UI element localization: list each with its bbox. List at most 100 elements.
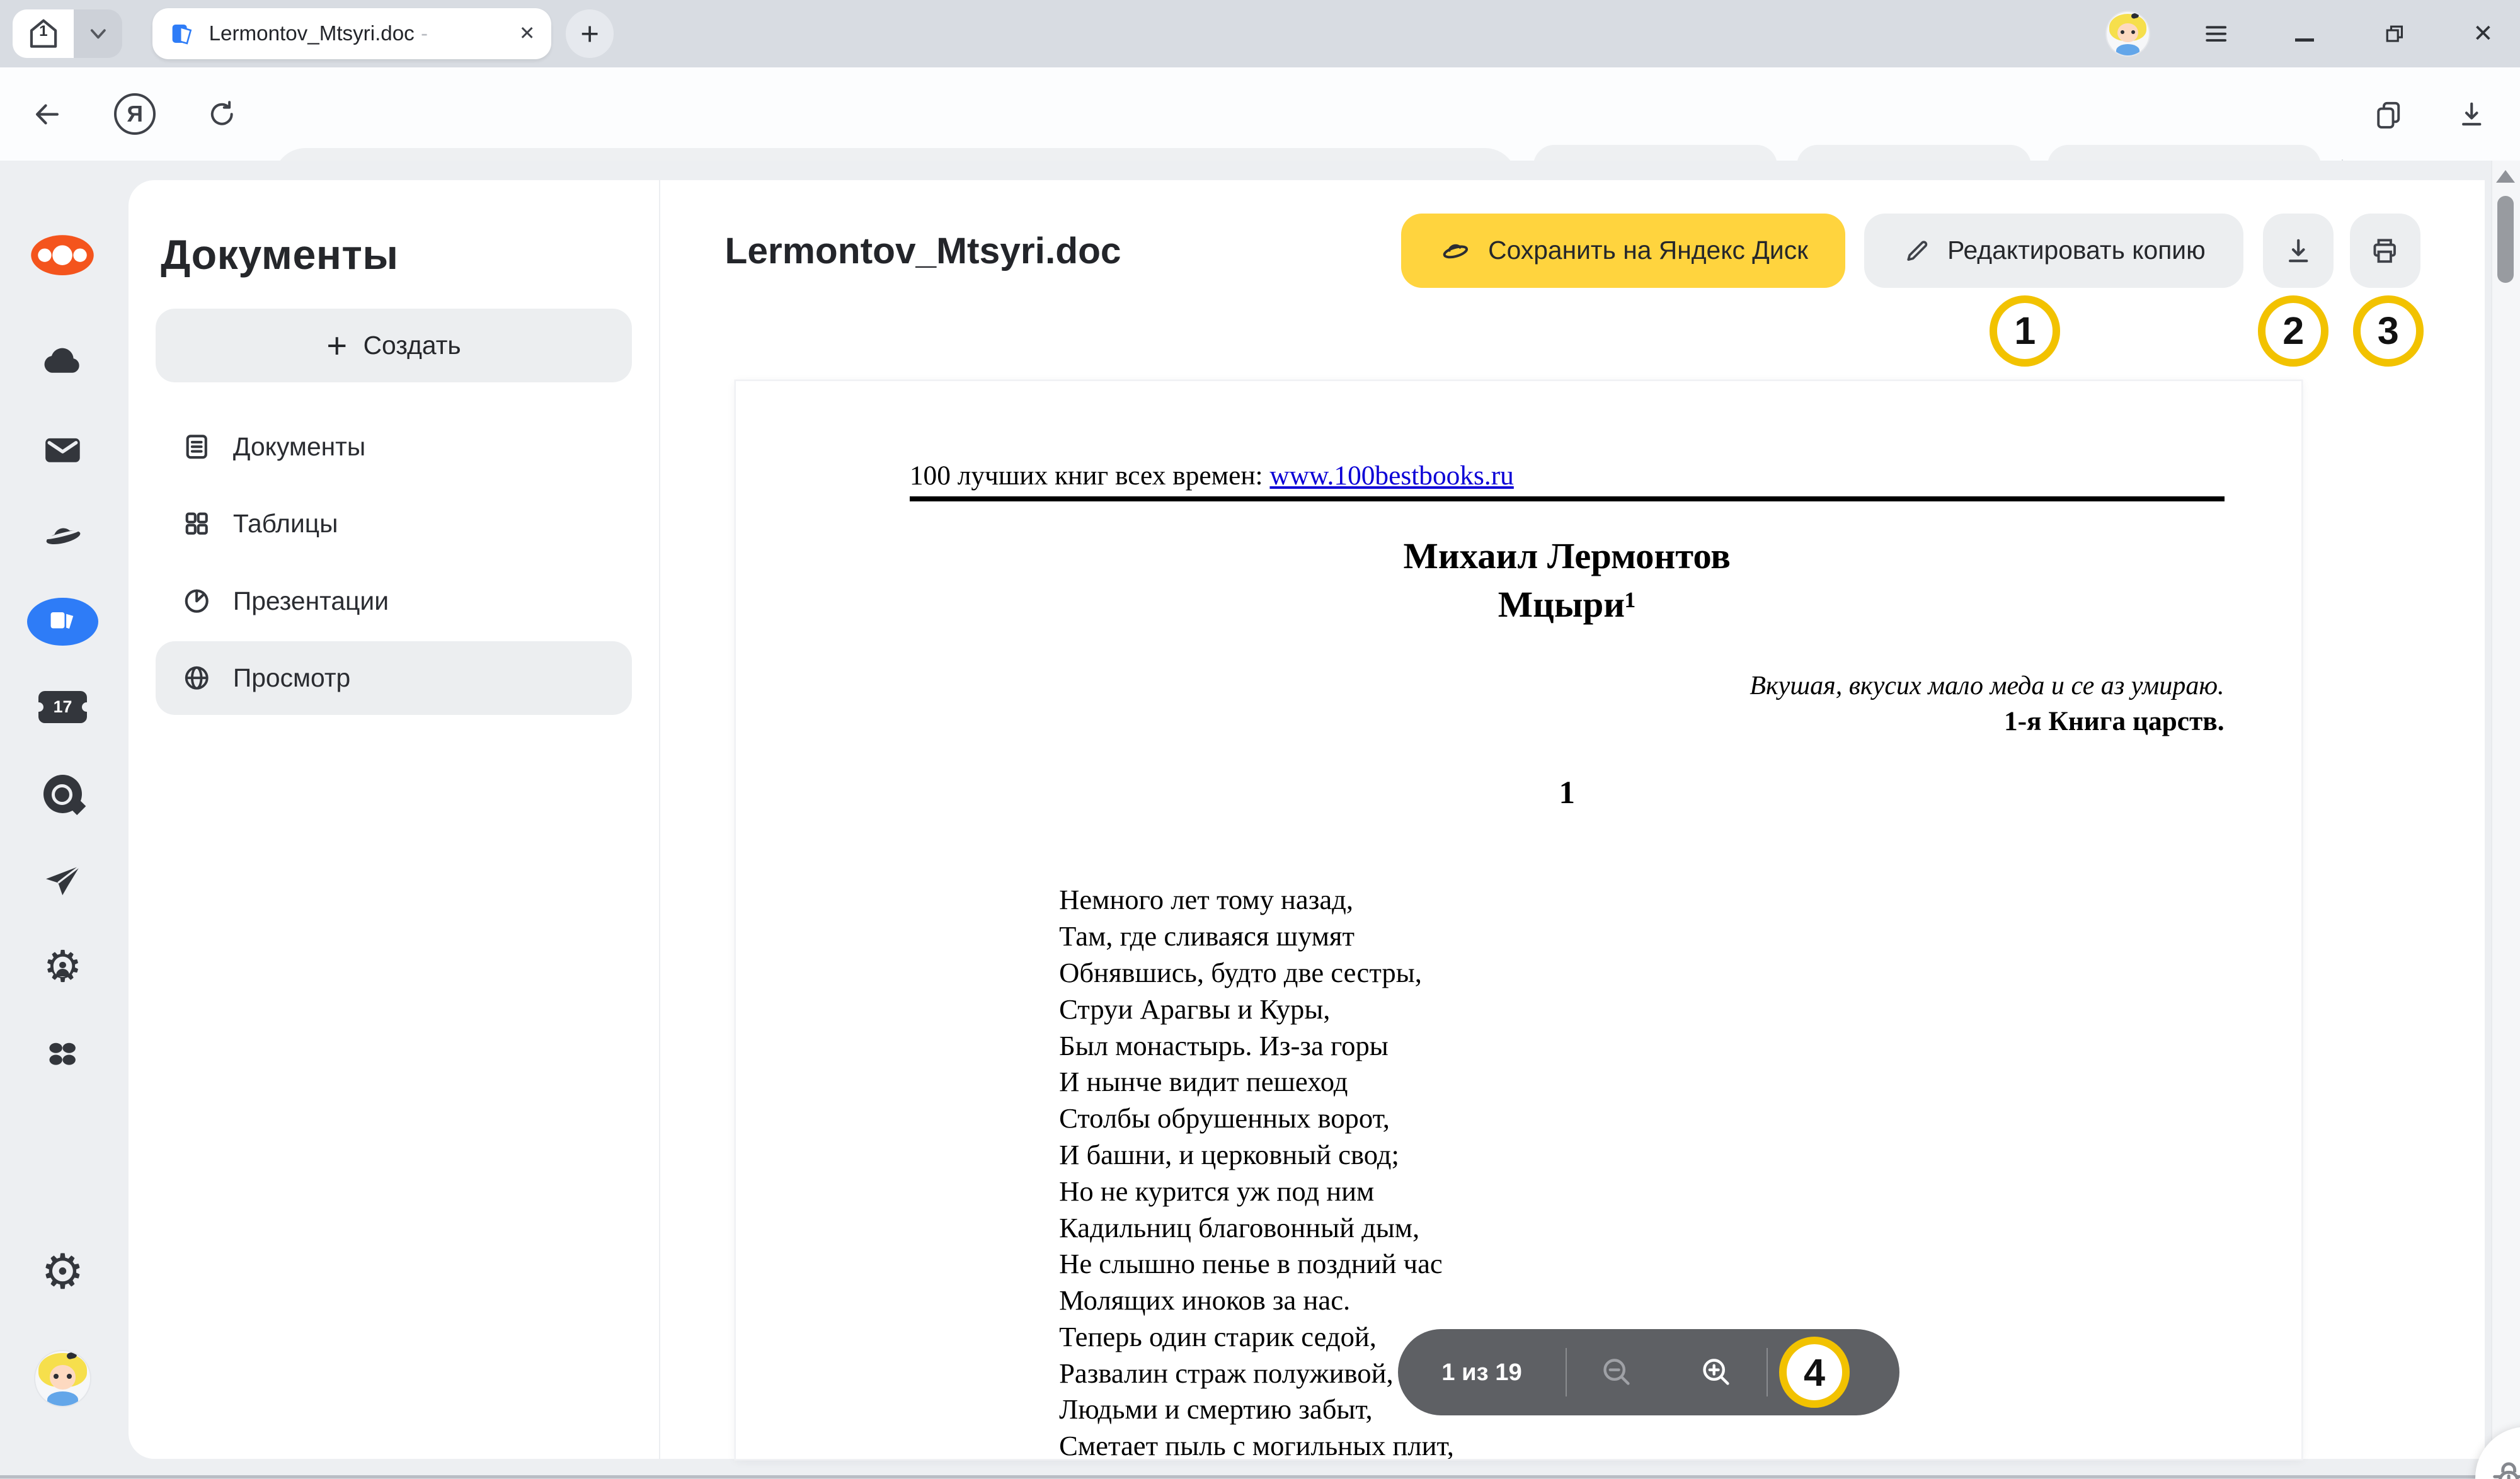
download-icon xyxy=(2283,236,2313,266)
services-grid-icon[interactable] xyxy=(0,1033,125,1075)
hamburger-icon xyxy=(2202,20,2230,47)
tab-counter-button[interactable]: 1 xyxy=(13,9,74,58)
scrollbar-track[interactable] xyxy=(2491,161,2520,1478)
edit-copy-button[interactable]: Редактировать копию xyxy=(1864,214,2243,287)
sidebar-item-tables[interactable]: Таблицы xyxy=(156,487,631,561)
scrollbar-up-button[interactable] xyxy=(2496,170,2515,183)
annotation-badge-3: 3 xyxy=(2353,295,2424,366)
restore-icon xyxy=(2383,23,2406,45)
tab-bar: 1 Lermontov_Mtsyri.doc - ✕ + xyxy=(0,0,2520,67)
globe-icon xyxy=(181,663,212,693)
poem-line: Развалин страж полуживой, xyxy=(1059,1356,1454,1392)
pie-chart-icon xyxy=(181,586,212,616)
promo-link[interactable]: www.100bestbooks.ru xyxy=(1269,460,1513,491)
settings-gear-icon[interactable]: ⚙ xyxy=(0,1248,125,1297)
tab-title: Lermontov_Mtsyri.doc xyxy=(209,22,415,46)
docs-panel-title: Документы xyxy=(161,231,398,279)
plus-icon: + xyxy=(326,325,347,366)
annotation-badge-2: 2 xyxy=(2258,295,2328,366)
zoom-out-button[interactable] xyxy=(1567,1354,1666,1391)
window-bottom-frame xyxy=(0,1475,2520,1478)
bug-report-icon xyxy=(2488,1458,2520,1479)
back-arrow-icon xyxy=(30,98,62,130)
download-doc-button[interactable] xyxy=(2263,214,2334,287)
yandex-docs-favicon xyxy=(169,20,196,47)
scrollbar-thumb[interactable] xyxy=(2497,196,2514,283)
rail-profile-avatar[interactable] xyxy=(0,1350,125,1407)
yandex-disk-icon xyxy=(1438,234,1472,268)
poem-line: Был монастырь. Из-за горы xyxy=(1059,1028,1454,1065)
mail-icon[interactable] xyxy=(0,429,125,472)
tab-title-suffix: - xyxy=(421,22,428,46)
epigraph-source: 1-я Книга царств. xyxy=(910,705,2225,737)
side-panels-icon xyxy=(2373,99,2403,129)
browser-menu-button[interactable] xyxy=(2196,0,2237,67)
address-toolbar: Я docs.yandex.ru Lermontov_Mtsyri.doc - … xyxy=(0,67,2520,162)
printer-icon xyxy=(2369,236,2400,266)
promo-prefix: 100 лучших книг всех времен: xyxy=(910,460,1270,491)
messenger-icon[interactable] xyxy=(0,775,125,813)
poem-line: Там, где сливаяся шумят xyxy=(1059,918,1454,955)
docs-sidebar: Документы + Создать Документы xyxy=(129,180,660,1459)
poem-line: Не слышно пенье в поздний час xyxy=(1059,1246,1454,1282)
disk-cloud-icon[interactable] xyxy=(0,342,125,385)
paper-plane-icon[interactable] xyxy=(0,860,125,903)
poem-line: И нынче видит пешеход xyxy=(1059,1064,1454,1100)
profile-avatar[interactable] xyxy=(2105,0,2150,67)
refresh-icon xyxy=(207,99,237,129)
pencil-icon xyxy=(1903,236,1932,265)
documents-service-icon[interactable] xyxy=(0,598,125,646)
edit-copy-label: Редактировать копию xyxy=(1947,236,2206,265)
zoom-in-icon xyxy=(1698,1354,1735,1391)
poem-line: Столбы обрушенных ворот, xyxy=(1059,1100,1454,1137)
back-button[interactable] xyxy=(18,85,76,143)
poem-text: Немного лет тому назад, Там, где сливаяс… xyxy=(1059,882,1454,1459)
annotation-badge-1: 1 xyxy=(1990,295,2060,366)
tab-group-control[interactable]: 1 xyxy=(13,9,122,58)
sidebar-item-documents[interactable]: Документы xyxy=(156,409,631,483)
zoom-in-button[interactable] xyxy=(1666,1354,1766,1391)
section-number: 1 xyxy=(910,775,2225,811)
close-window-button[interactable]: ✕ xyxy=(2462,0,2504,67)
sidebar-item-presentations[interactable]: Презентации xyxy=(156,564,631,637)
minimize-button[interactable] xyxy=(2284,0,2325,67)
tab-counter-label: 1 xyxy=(13,23,74,40)
new-tab-button[interactable]: + xyxy=(566,9,614,58)
ticket-count: 17 xyxy=(54,697,72,717)
poem-line: Молящих иноков за нас. xyxy=(1059,1282,1454,1319)
poem-line: Струи Арагвы и Куры, xyxy=(1059,991,1454,1028)
tab-close-icon[interactable]: ✕ xyxy=(519,23,536,45)
item-label: Документы xyxy=(233,432,365,462)
main-area: 17 ⚙ ⚙ xyxy=(0,161,2520,1478)
maximize-button[interactable] xyxy=(2374,0,2415,67)
zoom-out-icon xyxy=(1598,1354,1635,1391)
tables-icon xyxy=(181,508,212,539)
content-panel: Документы + Создать Документы xyxy=(129,180,2485,1459)
browser-window: 1 Lermontov_Mtsyri.doc - ✕ + xyxy=(0,0,2520,1478)
poem-title: Мцыри¹ xyxy=(910,583,2225,625)
yandex-logo-icon: Я xyxy=(114,93,156,135)
minimize-icon xyxy=(2295,38,2315,42)
saucer-icon[interactable] xyxy=(0,513,125,559)
refresh-button[interactable] xyxy=(193,85,251,143)
document-page: 100 лучших книг всех времен: www.100best… xyxy=(736,381,2301,1459)
poem-line: И башни, и церковный свод; xyxy=(1059,1137,1454,1173)
contacts-icon[interactable]: ⚙ xyxy=(0,945,125,990)
avatar-image xyxy=(2105,11,2150,57)
poem-line: Но не курится уж под ним xyxy=(1059,1173,1454,1210)
browser-tab[interactable]: Lermontov_Mtsyri.doc - ✕ xyxy=(152,8,551,60)
tab-group-expand-button[interactable] xyxy=(74,9,122,58)
promo-line: 100 лучших книг всех времен: www.100best… xyxy=(910,460,1514,491)
save-to-disk-button[interactable]: Сохранить на Яндекс Диск xyxy=(1401,214,1845,287)
yandex-home-button[interactable]: Я xyxy=(106,85,164,143)
poem-line: Кадильниц благовонный дым, xyxy=(1059,1210,1454,1247)
sidebar-item-view[interactable]: Просмотр xyxy=(156,641,631,715)
downloads-button[interactable] xyxy=(2443,85,2501,143)
browser-logo-icon[interactable] xyxy=(0,234,125,276)
downloads-icon xyxy=(2456,99,2487,129)
side-panels-button[interactable] xyxy=(2359,85,2417,143)
create-button[interactable]: + Создать xyxy=(156,309,631,382)
print-doc-button[interactable] xyxy=(2350,214,2420,287)
ticket-badge-icon[interactable]: 17 xyxy=(0,691,125,723)
document-title: Lermontov_Mtsyri.doc xyxy=(724,230,1121,272)
